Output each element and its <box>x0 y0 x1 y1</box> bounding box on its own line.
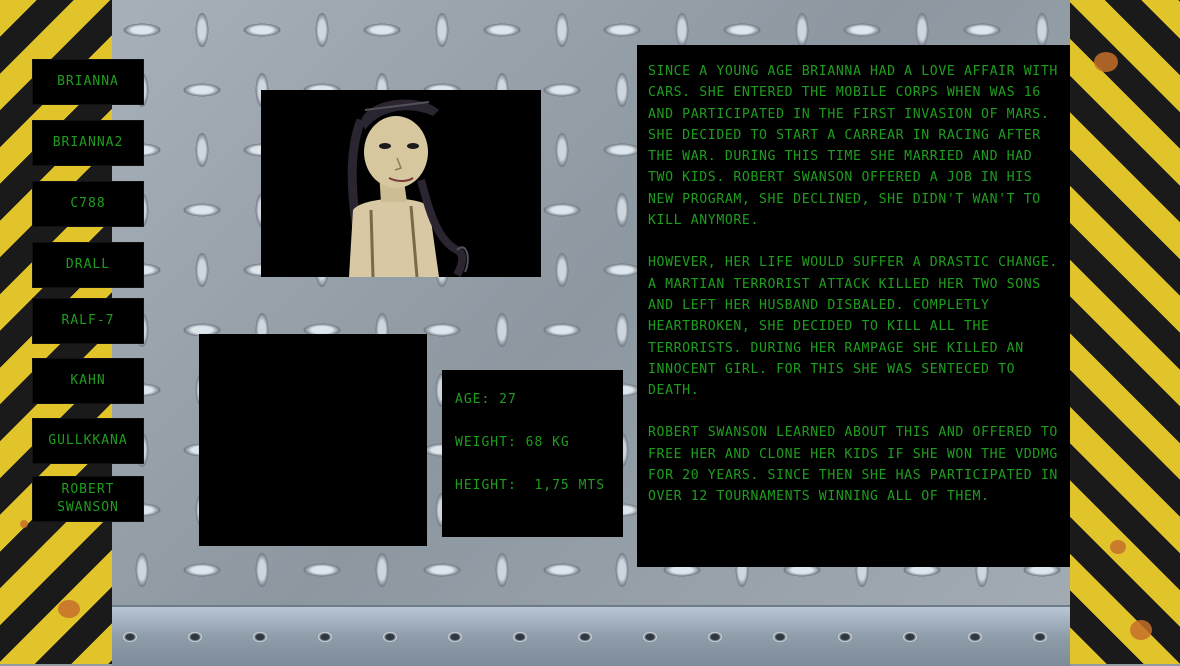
character-button-robert-swanson[interactable]: ROBERT SWANSON <box>32 476 144 522</box>
height-stat: HEIGHT: 1,75 MTS <box>455 478 606 493</box>
character-button-kahn[interactable]: KAHN <box>32 358 144 404</box>
character-button-brianna[interactable]: BRIANNA <box>32 59 144 105</box>
character-button-gullkkana[interactable]: GULLKKANA <box>32 418 144 464</box>
character-button-c788[interactable]: C788 <box>32 181 144 227</box>
age-stat: AGE: 27 <box>455 392 517 407</box>
bio-paragraph: HOWEVER, HER LIFE WOULD SUFFER A DRASTIC… <box>648 255 1058 399</box>
character-button-brianna2[interactable]: BRIANNA2 <box>32 120 144 166</box>
hazard-stripe-right <box>1070 0 1180 664</box>
biography-panel: SINCE A YOUNG AGE BRIANNA HAD A LOVE AFF… <box>637 45 1070 567</box>
paint-splatter <box>1094 52 1118 72</box>
paint-splatter <box>1110 540 1126 554</box>
weight-stat: WEIGHT: 68 KG <box>455 435 570 450</box>
paint-splatter <box>20 520 28 528</box>
bio-paragraph: SINCE A YOUNG AGE BRIANNA HAD A LOVE AFF… <box>648 64 1058 229</box>
empty-panel <box>199 334 427 546</box>
paint-splatter <box>1130 620 1152 640</box>
character-button-drall[interactable]: DRALL <box>32 242 144 288</box>
paint-splatter <box>58 600 80 618</box>
stats-panel: AGE: 27 WEIGHT: 68 KG HEIGHT: 1,75 MTS <box>442 370 623 537</box>
character-portrait-image <box>347 99 469 278</box>
character-portrait <box>261 90 541 278</box>
bio-paragraph: ROBERT SWANSON LEARNED ABOUT THIS AND OF… <box>648 425 1058 505</box>
riveted-metal-strip <box>112 605 1070 666</box>
character-button-ralf-7[interactable]: RALF-7 <box>32 298 144 344</box>
